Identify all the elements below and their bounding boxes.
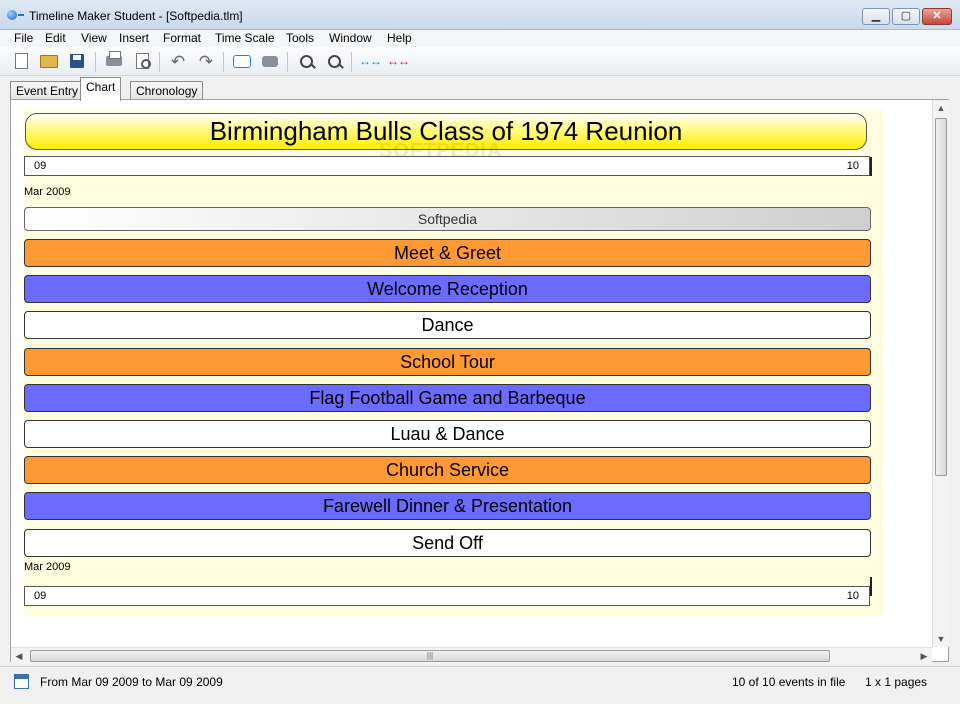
bottom-scale-left-label: 09 xyxy=(34,590,47,602)
tab-chart[interactable]: Chart xyxy=(80,77,122,101)
menu-time-scale[interactable]: Time Scale xyxy=(215,31,275,45)
bottom-month-label: Mar 2009 xyxy=(24,561,71,573)
zoom-in-icon[interactable] xyxy=(295,51,317,71)
toolbar-separator xyxy=(95,52,96,72)
scroll-up-icon[interactable]: ▲ xyxy=(933,100,949,116)
tab-event-entry[interactable]: Event Entry xyxy=(10,81,85,100)
top-month-label: Mar 2009 xyxy=(24,186,71,198)
event-bar[interactable]: Dance xyxy=(24,311,871,339)
status-date-range: From Mar 09 2009 to Mar 09 2009 xyxy=(40,675,223,689)
new-document-icon[interactable] xyxy=(10,51,32,71)
bottom-scale-right-label: 10 xyxy=(846,590,859,602)
horizontal-scrollbar[interactable]: ◀ ||| ▶ xyxy=(11,647,932,664)
event-bar[interactable]: School Tour xyxy=(24,348,871,376)
menu-bar: File Edit View Insert Format Time Scale … xyxy=(0,30,960,47)
menu-help[interactable]: Help xyxy=(387,31,412,45)
toolbar: ↶ ↷ ↔↔ ↔↔ xyxy=(0,47,960,76)
print-icon[interactable] xyxy=(103,51,125,71)
vertical-scrollbar[interactable]: ▲ ▼ xyxy=(932,100,949,647)
event-bar[interactable]: Church Service xyxy=(24,456,871,484)
top-scale-right-label: 10 xyxy=(846,160,859,172)
chart-view: Birmingham Bulls Class of 1974 Reunion S… xyxy=(10,99,949,662)
status-bar: From Mar 09 2009 to Mar 09 2009 10 of 10… xyxy=(0,666,960,704)
toolbar-separator xyxy=(159,52,160,72)
undo-icon[interactable]: ↶ xyxy=(167,51,189,71)
toolbar-separator xyxy=(287,52,288,72)
scale-end-marker xyxy=(870,577,872,596)
app-icon xyxy=(7,10,17,20)
maximize-button[interactable]: ▢ xyxy=(892,8,920,25)
menu-tools[interactable]: Tools xyxy=(286,31,314,45)
tab-strip: Event Entry Chart Chronology xyxy=(0,76,960,101)
top-time-scale[interactable]: 09 10 xyxy=(24,156,872,176)
save-icon[interactable] xyxy=(66,51,88,71)
app-icon-tail xyxy=(18,14,24,16)
toolbar-separator xyxy=(351,52,352,72)
open-folder-icon[interactable] xyxy=(38,51,60,71)
scale-end-marker xyxy=(870,157,872,176)
scroll-down-icon[interactable]: ▼ xyxy=(933,631,949,647)
collapse-span-icon[interactable]: ↔↔ xyxy=(387,51,410,71)
menu-file[interactable]: File xyxy=(14,31,33,45)
add-note-icon[interactable] xyxy=(231,51,253,71)
window-title: Timeline Maker Student - [Softpedia.tlm] xyxy=(29,9,243,23)
comment-icon[interactable] xyxy=(259,51,281,71)
close-button[interactable]: ✕ xyxy=(922,8,952,25)
event-bar[interactable]: Farewell Dinner & Presentation xyxy=(24,492,871,520)
menu-view[interactable]: View xyxy=(81,31,107,45)
header-bar[interactable]: Softpedia xyxy=(24,207,871,231)
calendar-icon xyxy=(14,674,29,689)
event-bar[interactable]: Meet & Greet xyxy=(24,239,871,267)
vertical-scroll-thumb[interactable] xyxy=(935,118,947,476)
tab-chronology[interactable]: Chronology xyxy=(130,81,204,100)
scroll-left-icon[interactable]: ◀ xyxy=(11,648,27,664)
redo-icon[interactable]: ↷ xyxy=(195,51,217,71)
event-bar[interactable]: Welcome Reception xyxy=(24,275,871,303)
zoom-out-icon[interactable] xyxy=(323,51,345,71)
print-preview-icon[interactable] xyxy=(131,51,153,71)
menu-window[interactable]: Window xyxy=(329,31,372,45)
event-bar[interactable]: Luau & Dance xyxy=(24,420,871,448)
horizontal-scroll-thumb[interactable]: ||| xyxy=(30,650,830,662)
top-scale-left-label: 09 xyxy=(34,160,47,172)
bottom-time-scale[interactable]: 09 10 xyxy=(24,577,872,606)
menu-edit[interactable]: Edit xyxy=(45,31,66,45)
status-pages: 1 x 1 pages xyxy=(865,675,928,689)
scroll-right-icon[interactable]: ▶ xyxy=(916,648,932,664)
menu-insert[interactable]: Insert xyxy=(119,31,149,45)
toolbar-separator xyxy=(223,52,224,72)
minimize-button[interactable]: ▁ xyxy=(862,8,890,25)
expand-span-icon[interactable]: ↔↔ xyxy=(359,51,382,71)
title-bar: Timeline Maker Student - [Softpedia.tlm]… xyxy=(0,0,960,30)
menu-format[interactable]: Format xyxy=(163,31,201,45)
event-bar[interactable]: Send Off xyxy=(24,529,871,557)
timeline-canvas: Birmingham Bulls Class of 1974 Reunion S… xyxy=(24,110,883,616)
event-bar[interactable]: Flag Football Game and Barbeque xyxy=(24,384,871,412)
status-event-count: 10 of 10 events in file xyxy=(732,675,846,689)
